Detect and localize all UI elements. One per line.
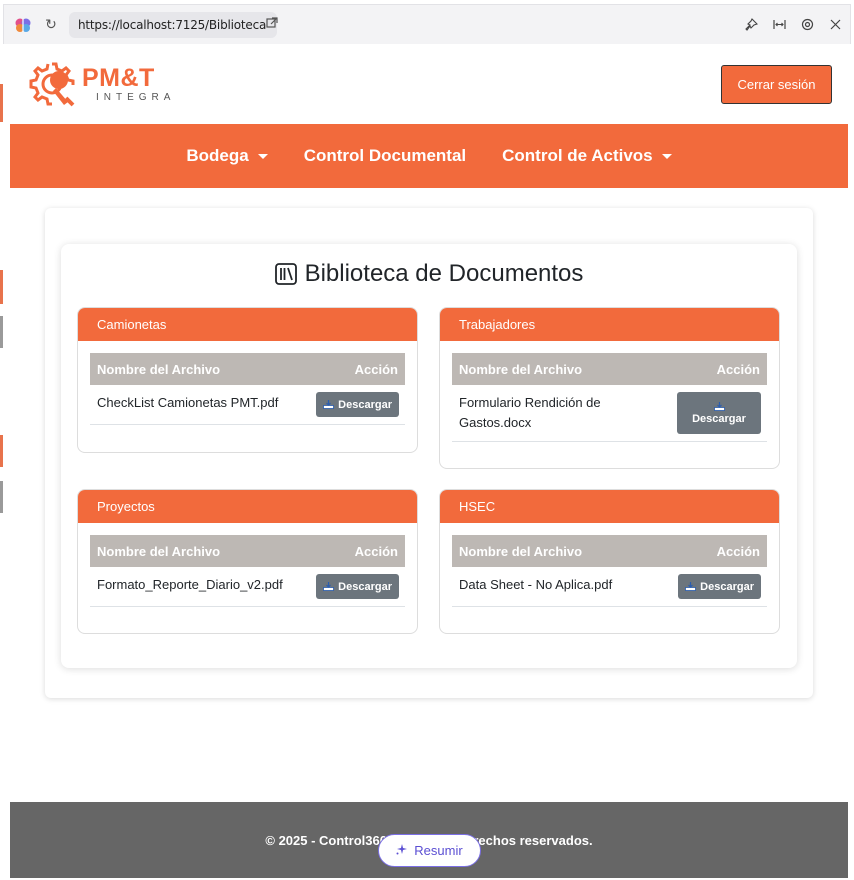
download-icon [713,401,725,411]
page-content: PM&T INTEGRA Cerrar sesión Bodega Contro… [10,44,848,878]
nav-item-label: Control Documental [303,146,467,165]
category-header: HSEC [440,490,779,523]
window-edge-marker [0,270,3,304]
download-button[interactable]: Descargar [316,574,399,599]
library-icon [274,263,297,285]
table-header: Nombre del Archivo Acción [90,353,405,385]
window-edge-marker [0,316,3,348]
category-card-proyectos: Proyectos Nombre del Archivo Acción Form… [77,489,418,634]
sparkle-icon [396,843,408,858]
download-label: Descargar [692,412,746,425]
settings-icon[interactable] [800,18,814,32]
window-edge-marker [0,481,3,513]
column-header-action: Acción [354,361,398,377]
nav-item-control-activos[interactable]: Control de Activos [502,146,672,166]
main-navbar: Bodega Control Documental Control de Act… [10,124,848,188]
browser-toolbar: ↻ https://localhost:7125/Biblioteca [3,4,851,44]
column-header-name: Nombre del Archivo [97,361,221,377]
file-name: Data Sheet - No Aplica.pdf [459,577,613,592]
table-row: CheckList Camionetas PMT.pdf Descargar [90,385,405,425]
window-edge-marker [0,84,3,122]
download-icon [685,582,697,591]
page-title-text: Biblioteca de Documentos [304,260,584,287]
table-header: Nombre del Archivo Acción [452,535,767,567]
window-edge-marker [0,435,3,467]
content-card: Biblioteca de Documentos Camionetas Nomb… [45,208,813,698]
open-external-icon[interactable] [266,17,278,32]
logout-button[interactable]: Cerrar sesión [721,64,832,104]
logo-subtitle: INTEGRA [96,91,176,103]
close-icon[interactable] [828,18,842,32]
gear-logo-icon [29,62,75,107]
download-label: Descargar [700,580,754,593]
category-card-hsec: HSEC Nombre del Archivo Acción Data Shee… [439,489,780,634]
download-icon [323,400,335,409]
pin-icon[interactable] [744,18,758,32]
table-row: Data Sheet - No Aplica.pdf Descargar [452,567,767,607]
category-card-camionetas: Camionetas Nombre del Archivo Acción Che… [77,307,418,453]
address-url: https://localhost:7125/Biblioteca [78,17,267,32]
table-header: Nombre del Archivo Acción [90,535,405,567]
brand-logo[interactable]: PM&T INTEGRA [26,58,175,110]
fit-width-icon[interactable] [772,18,786,32]
download-button[interactable]: Descargar [677,392,761,434]
column-header-name: Nombre del Archivo [97,543,221,559]
page-title: Biblioteca de Documentos [61,260,797,288]
site-header: PM&T INTEGRA Cerrar sesión [10,44,848,124]
category-header: Proyectos [78,490,417,523]
nav-item-label: Bodega [186,146,249,165]
category-header: Trabajadores [440,308,779,341]
column-header-name: Nombre del Archivo [459,361,583,377]
download-button[interactable]: Descargar [678,574,761,599]
nav-item-bodega[interactable]: Bodega [186,146,268,166]
brain-icon[interactable] [13,15,33,35]
address-bar[interactable]: https://localhost:7125/Biblioteca [69,11,278,38]
column-header-action: Acción [354,543,398,559]
download-label: Descargar [338,580,392,593]
summarize-label: Resumir [414,843,463,858]
category-header: Camionetas [78,308,417,341]
column-header-action: Acción [716,543,760,559]
file-name: Formato_Reporte_Diario_v2.pdf [97,577,283,592]
nav-item-label: Control de Activos [502,146,653,165]
download-label: Descargar [338,398,392,411]
logo-title: PM&T [82,63,155,92]
download-button[interactable]: Descargar [316,392,399,417]
file-name: Formulario Rendición de Gastos.docx [459,395,601,430]
column-header-name: Nombre del Archivo [459,543,583,559]
reload-icon[interactable]: ↻ [43,16,59,33]
category-card-trabajadores: Trabajadores Nombre del Archivo Acción F… [439,307,780,469]
caret-down-icon [257,153,268,159]
table-header: Nombre del Archivo Acción [452,353,767,385]
summarize-button[interactable]: Resumir [378,834,481,867]
library-card: Biblioteca de Documentos Camionetas Nomb… [61,244,797,668]
table-row: Formulario Rendición de Gastos.docx Desc… [452,385,767,442]
column-header-action: Acción [716,361,760,377]
file-name: CheckList Camionetas PMT.pdf [97,395,279,410]
download-icon [323,582,335,591]
nav-item-control-documental[interactable]: Control Documental [304,146,466,166]
caret-down-icon [661,153,672,159]
table-row: Formato_Reporte_Diario_v2.pdf Descargar [90,567,405,607]
